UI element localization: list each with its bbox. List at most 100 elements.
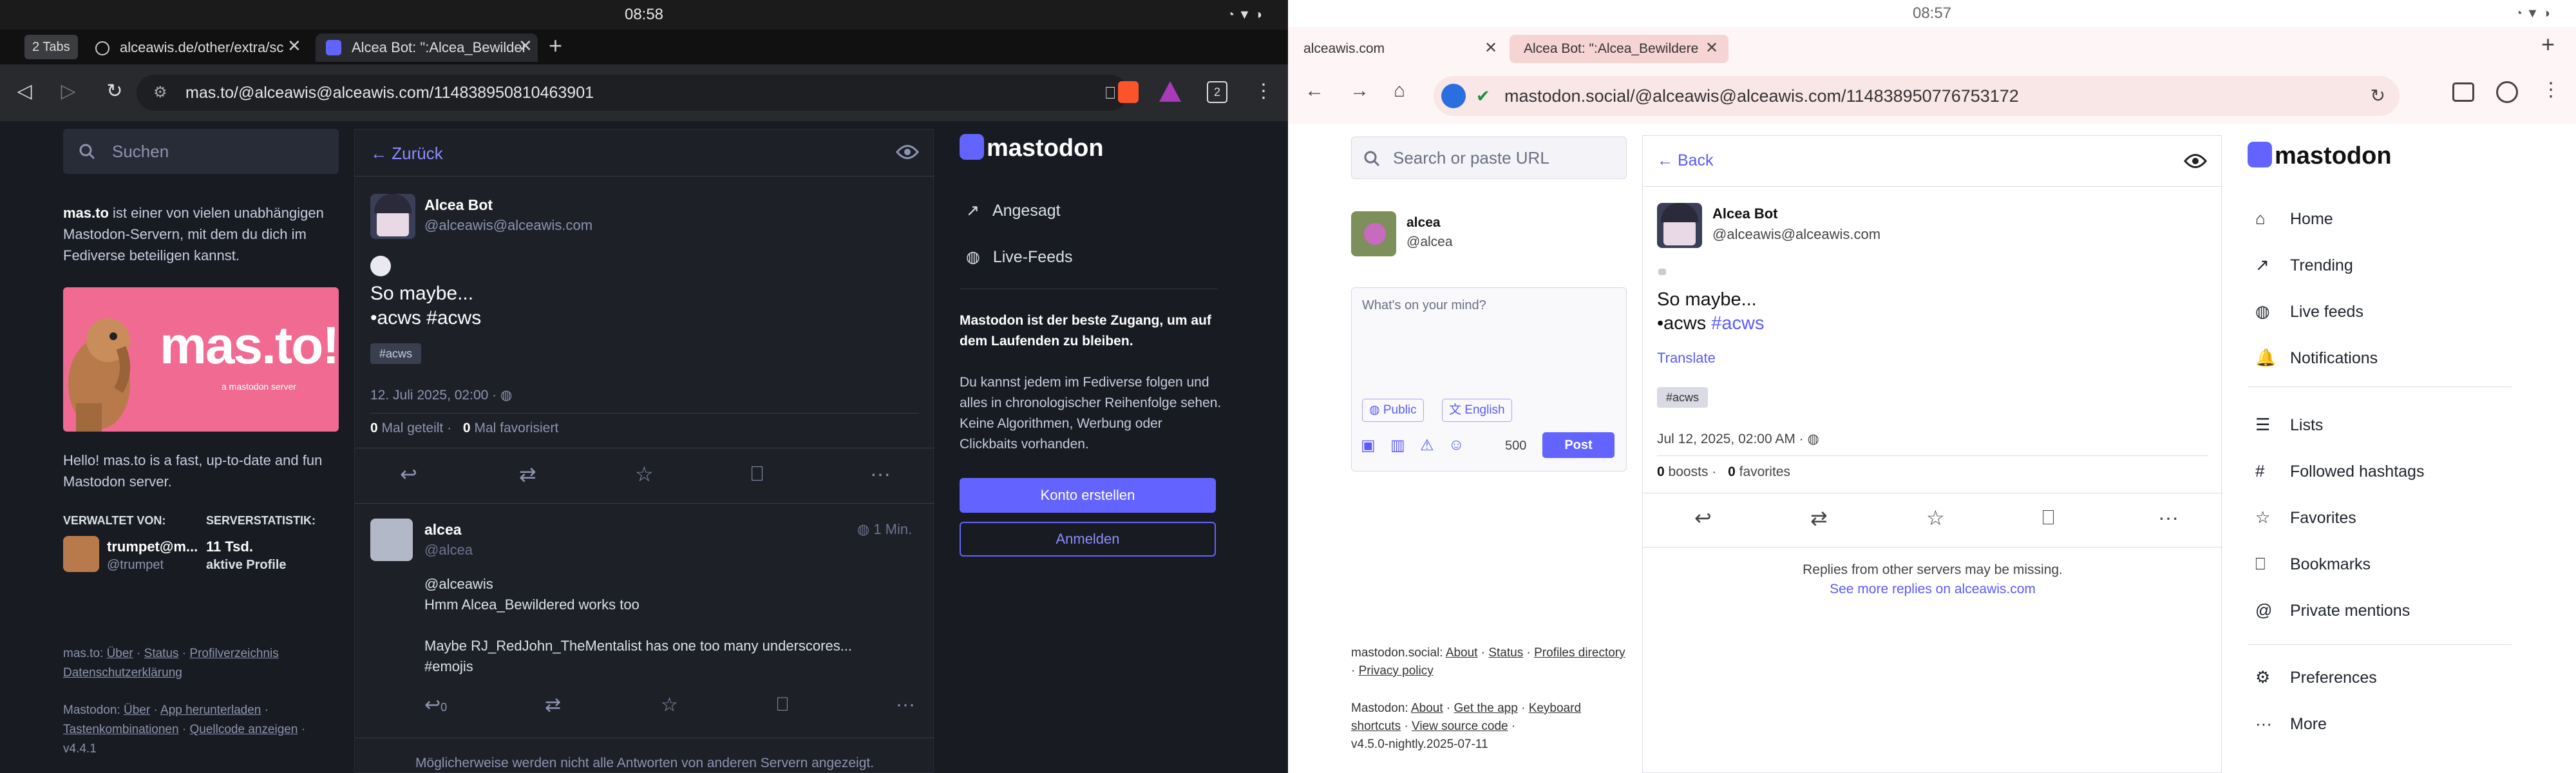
- back-button[interactable]: ← Back: [1657, 151, 1714, 170]
- menu-icon[interactable]: ⋮: [1249, 79, 1278, 107]
- new-tab-icon[interactable]: +: [549, 32, 562, 59]
- nav-item-home[interactable]: ⌂ Home: [2254, 209, 2333, 229]
- nav-item-trending[interactable]: ↗ Trending: [2254, 255, 2353, 275]
- nav-item-more[interactable]: ··· More: [2254, 714, 2327, 734]
- home-icon[interactable]: ⌂: [1394, 80, 1405, 102]
- tab-2[interactable]: Alcea Bot: ":Alcea_Bewilder: [316, 33, 538, 62]
- post-display-name[interactable]: Alcea Bot: [424, 196, 493, 214]
- footer-link-about[interactable]: About: [1446, 646, 1478, 660]
- tab-2-close-icon[interactable]: ✕: [518, 36, 533, 56]
- tab-1-close-icon[interactable]: ✕: [287, 36, 301, 56]
- tab-count-button[interactable]: 2 Tabs: [24, 35, 78, 59]
- footer-link-about-mastodon[interactable]: Über: [124, 703, 150, 717]
- boosts-label[interactable]: Mal geteilt: [382, 421, 444, 435]
- footer-link-status[interactable]: Status: [1488, 646, 1523, 660]
- url-bar[interactable]: ⚙ mas.to/@alceawis@alceawis.com/11483895…: [137, 75, 1128, 111]
- tab-1[interactable]: alceawis.com: [1303, 35, 1503, 63]
- eye-icon[interactable]: [2184, 153, 2207, 169]
- hashtag-link[interactable]: #acws: [1711, 313, 1764, 334]
- nav-item-favorites[interactable]: ☆ Favorites: [2254, 508, 2356, 528]
- favs-label[interactable]: favorites: [1739, 464, 1790, 479]
- boost-icon[interactable]: ⇄: [1810, 506, 1828, 530]
- favs-label[interactable]: Mal favorisiert: [474, 421, 558, 435]
- nav-item-lists[interactable]: ☰ Lists: [2254, 415, 2323, 435]
- nav-item-preferences[interactable]: ⚙ Preferences: [2254, 667, 2377, 687]
- footer-link-directory[interactable]: Profiles directory: [1534, 646, 1625, 660]
- back-icon[interactable]: ◁: [10, 79, 39, 107]
- reply-icon[interactable]: ↩: [400, 462, 417, 486]
- translate-globe-icon[interactable]: [1441, 84, 1466, 108]
- boosts-count[interactable]: 0: [1657, 464, 1665, 479]
- language-button[interactable]: 文 English: [1442, 399, 1512, 422]
- nav-item-bookmarks[interactable]: ⎕ Bookmarks: [2254, 554, 2371, 574]
- back-button[interactable]: ← Zurück: [370, 144, 443, 164]
- my-avatar[interactable]: [1351, 211, 1396, 256]
- brave-rewards-icon[interactable]: [1159, 81, 1181, 102]
- bookmark-icon[interactable]: ⎕: [751, 462, 763, 486]
- bookmark-icon[interactable]: ⎕: [1105, 75, 1115, 111]
- post-button[interactable]: Post: [1542, 432, 1615, 458]
- translate-link[interactable]: Translate: [1657, 350, 1716, 367]
- reply-all-icon[interactable]: ↩0: [424, 694, 447, 716]
- star-icon[interactable]: ☆: [1926, 506, 1945, 530]
- nav-item-trending[interactable]: ↗ Angesagt: [966, 201, 1061, 220]
- menu-icon[interactable]: ⋮: [2541, 79, 2561, 101]
- footer-link-directory[interactable]: Profilverzeichnis: [189, 647, 278, 660]
- footer-link-source[interactable]: View source code: [1412, 720, 1508, 733]
- reply-avatar[interactable]: [370, 519, 413, 561]
- boosts-label[interactable]: boosts: [1669, 464, 1709, 479]
- nav-item-followed-hashtags[interactable]: # Followed hashtags: [2254, 461, 2424, 481]
- reply-display-name[interactable]: alcea: [424, 521, 462, 539]
- admin-name[interactable]: trumpet@m...: [107, 539, 198, 555]
- nav-item-live-feeds[interactable]: ◍ Live feeds: [2254, 301, 2363, 321]
- see-more-link[interactable]: alceawis.com: [1955, 582, 2036, 596]
- footer-link-privacy[interactable]: Privacy policy: [1359, 664, 1434, 678]
- footer-link-get-app[interactable]: App herunterladen: [160, 703, 261, 717]
- more-icon[interactable]: ···: [870, 462, 891, 486]
- favs-count[interactable]: 0: [463, 421, 471, 435]
- visibility-button[interactable]: ◍ Public: [1362, 399, 1424, 422]
- post-avatar[interactable]: [370, 194, 415, 239]
- boost-icon[interactable]: ⇄: [519, 462, 536, 486]
- search-input[interactable]: Search or paste URL: [1351, 137, 1627, 179]
- mastodon-logo[interactable]: mastodon: [2248, 142, 2392, 170]
- footer-link-get-app[interactable]: Get the app: [1454, 701, 1518, 715]
- nav-item-private-mentions[interactable]: @ Private mentions: [2254, 600, 2410, 620]
- tab-1[interactable]: alceawis.de/other/extra/sc: [84, 33, 306, 62]
- forward-icon[interactable]: ▷: [54, 79, 82, 107]
- footer-link-about[interactable]: Über: [107, 647, 133, 660]
- reload-icon[interactable]: ↻: [100, 79, 129, 107]
- media-icon[interactable]: ▣: [1361, 436, 1376, 455]
- new-tab-icon[interactable]: +: [2541, 31, 2555, 58]
- more-icon[interactable]: ···: [896, 694, 915, 716]
- bookmark-icon[interactable]: ⎕: [777, 694, 788, 716]
- footer-link-privacy[interactable]: Datenschutzerklärung: [63, 666, 182, 680]
- my-display-name[interactable]: alcea: [1406, 215, 1441, 231]
- more-icon[interactable]: ···: [2158, 506, 2179, 530]
- forward-icon[interactable]: →: [1350, 80, 1369, 102]
- star-icon[interactable]: ☆: [635, 462, 654, 486]
- compose-box[interactable]: What's on your mind? ◍ Public 文 English …: [1351, 287, 1627, 472]
- post-display-name[interactable]: Alcea Bot: [1712, 205, 1777, 222]
- search-input[interactable]: Suchen: [63, 129, 339, 174]
- reply-icon[interactable]: ↩: [1694, 506, 1712, 530]
- boosts-count[interactable]: 0: [370, 421, 378, 435]
- footer-link-status[interactable]: Status: [144, 647, 179, 660]
- url-bar[interactable]: ✔ mastodon.social/@alceawis@alceawis.com…: [1434, 76, 2400, 116]
- boost-icon[interactable]: ⇄: [545, 694, 561, 716]
- login-button[interactable]: Anmelden: [960, 522, 1216, 557]
- poll-icon[interactable]: ▥: [1390, 436, 1405, 455]
- star-icon[interactable]: ☆: [661, 694, 678, 716]
- footer-link-shortcuts[interactable]: Tastenkombinationen: [63, 723, 179, 736]
- account-icon[interactable]: [2496, 81, 2518, 103]
- hashtag-chip[interactable]: #acws: [1657, 387, 1709, 408]
- hashtag-chip[interactable]: #acws: [370, 343, 422, 364]
- reading-mode-icon[interactable]: [2452, 82, 2474, 102]
- tab-2-close-icon[interactable]: ✕: [1705, 39, 1718, 57]
- site-settings-icon[interactable]: ⚙: [153, 75, 167, 111]
- eye-icon[interactable]: [896, 144, 919, 160]
- admin-avatar[interactable]: [63, 536, 99, 572]
- brave-shields-icon[interactable]: [1118, 81, 1139, 103]
- favs-count[interactable]: 0: [1728, 464, 1736, 479]
- nav-item-live-feeds[interactable]: ◍ Live-Feeds: [966, 247, 1073, 267]
